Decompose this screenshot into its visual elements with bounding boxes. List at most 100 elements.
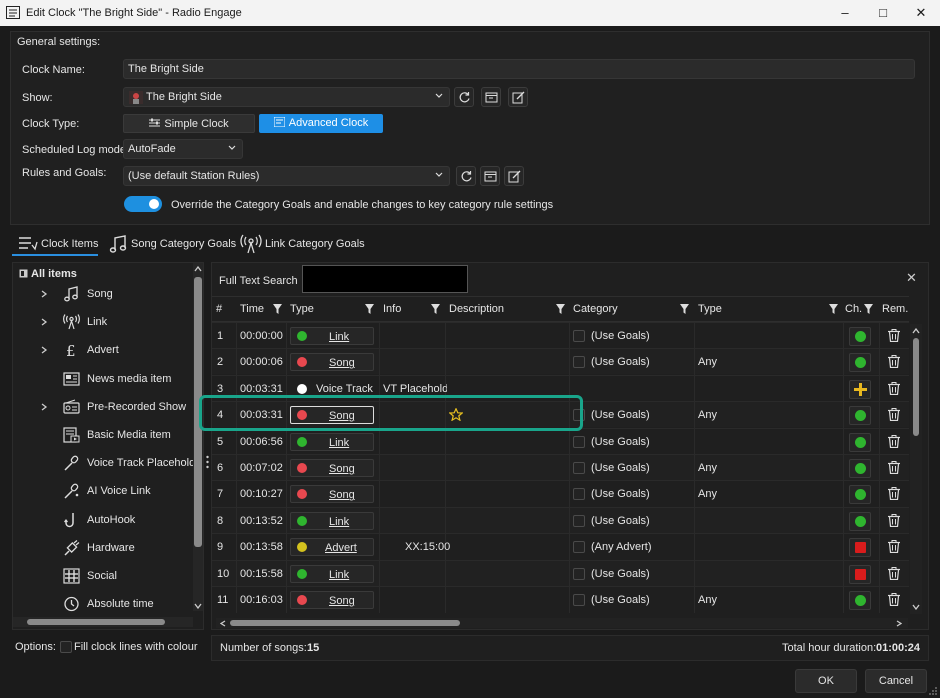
grid-vertical-scrollbar[interactable] (910, 324, 922, 614)
filter-icon[interactable] (556, 304, 565, 314)
tab-song-category-goals[interactable]: Song Category Goals (108, 232, 236, 256)
col-type2-header[interactable]: Type (698, 296, 722, 322)
filter-icon[interactable] (680, 304, 689, 314)
clear-search-close-icon[interactable]: ✕ (906, 271, 918, 284)
cancel-button[interactable]: Cancel (865, 669, 927, 693)
category-checkbox[interactable] (573, 462, 585, 474)
row-type-button[interactable]: Song (290, 485, 374, 504)
channel-button[interactable] (849, 379, 871, 399)
row-type-button[interactable]: Song (290, 591, 374, 609)
trash-icon[interactable] (888, 513, 900, 527)
table-row[interactable]: 6 00:07:02 Song (Use Goals) Any (212, 454, 909, 481)
table-row[interactable]: 9 00:13:58 Advert XX:15:00 (Any Advert) (212, 533, 909, 561)
trash-icon[interactable] (888, 355, 900, 369)
minimize-button[interactable]: – (826, 0, 864, 26)
category-checkbox[interactable] (573, 567, 585, 580)
close-button[interactable]: ✕ (902, 0, 940, 26)
tab-clock-items[interactable]: Clock Items (18, 232, 98, 256)
row-type-button[interactable]: Link (290, 327, 374, 345)
clock-name-field[interactable]: The Bright Side (123, 59, 915, 79)
row-type-button[interactable]: Link (290, 564, 374, 583)
maximize-button[interactable]: □ (864, 0, 902, 26)
col-info-header[interactable]: Info (383, 296, 401, 322)
trash-icon[interactable] (888, 329, 900, 342)
table-row[interactable]: 1 00:00:00 Link (Use Goals) (212, 322, 909, 349)
full-text-search-input[interactable] (302, 265, 468, 293)
advanced-clock-button[interactable]: Advanced Clock (259, 114, 383, 133)
edit-rules-button[interactable] (504, 166, 524, 186)
trash-icon[interactable] (888, 461, 900, 474)
col-time-header[interactable]: Time (240, 296, 264, 322)
show-select[interactable]: The Bright Side (123, 87, 450, 107)
refresh-show-button[interactable] (454, 87, 474, 107)
channel-button[interactable] (849, 564, 871, 584)
col-category-header[interactable]: Category (573, 296, 618, 322)
resize-grip-icon[interactable] (928, 686, 937, 695)
col-rem-header[interactable]: Rem. (882, 296, 908, 322)
category-checkbox[interactable] (573, 435, 585, 448)
rules-select[interactable]: (Use default Station Rules) (123, 166, 450, 186)
trash-icon[interactable] (888, 434, 900, 448)
row-type-button[interactable]: Song (290, 459, 374, 477)
tab-link-category-goals[interactable]: Link Category Goals (240, 232, 365, 256)
grid-horizontal-scrollbar[interactable] (216, 618, 908, 628)
tree-vertical-scrollbar[interactable] (193, 263, 203, 611)
table-row[interactable]: 7 00:10:27 Song (Use Goals) Any (212, 480, 909, 508)
fill-colour-checkbox[interactable] (60, 641, 72, 653)
category-checkbox[interactable] (573, 356, 585, 369)
channel-button[interactable] (849, 485, 871, 505)
category-checkbox[interactable] (573, 488, 585, 501)
chevron-right-icon[interactable] (41, 403, 48, 411)
tree-hscroll-thumb[interactable] (27, 619, 165, 625)
chevron-right-icon[interactable] (41, 318, 48, 326)
channel-button[interactable] (849, 538, 871, 558)
table-row[interactable]: 5 00:06:56 Link (Use Goals) (212, 427, 909, 455)
chevron-right-icon[interactable] (41, 290, 48, 298)
filter-icon[interactable] (829, 304, 838, 314)
channel-button[interactable] (849, 353, 871, 373)
category-checkbox[interactable] (573, 330, 585, 342)
category-checkbox[interactable] (573, 514, 585, 527)
trash-icon[interactable] (888, 593, 900, 606)
col-ch-header[interactable]: Ch. (845, 296, 862, 322)
splitter-handle[interactable] (206, 455, 209, 469)
col-description-header[interactable]: Description (449, 296, 504, 322)
tree-horizontal-scrollbar[interactable] (13, 617, 193, 627)
channel-button[interactable] (849, 459, 871, 478)
simple-clock-button[interactable]: Simple Clock (123, 114, 255, 133)
open-rules-button[interactable] (480, 166, 500, 186)
table-row[interactable]: 8 00:13:52 Link (Use Goals) (212, 506, 909, 534)
table-row[interactable]: 10 00:15:58 Link (Use Goals) (212, 559, 909, 587)
category-checkbox[interactable] (573, 541, 585, 554)
channel-button[interactable] (849, 406, 871, 426)
override-goals-toggle[interactable] (124, 196, 162, 212)
channel-button[interactable] (849, 591, 871, 610)
trash-icon[interactable] (888, 540, 900, 554)
filter-icon[interactable] (431, 304, 440, 314)
table-row[interactable]: 11 00:16:03 Song (Use Goals) Any (212, 586, 909, 613)
col-type-header[interactable]: Type (290, 296, 314, 322)
row-type-button[interactable]: Link (290, 432, 374, 451)
channel-button[interactable] (849, 432, 871, 452)
trash-icon[interactable] (888, 381, 900, 395)
trash-icon[interactable] (888, 408, 900, 422)
grid-scroll-thumb[interactable] (913, 338, 919, 436)
grid-hscroll-thumb[interactable] (230, 620, 460, 626)
table-row[interactable]: 2 00:00:06 Song (Use Goals) Any (212, 348, 909, 376)
trash-icon[interactable] (888, 566, 900, 580)
edit-show-button[interactable] (508, 87, 528, 107)
refresh-rules-button[interactable] (456, 166, 476, 186)
open-show-button[interactable] (481, 87, 501, 107)
row-type-button[interactable]: Song (290, 353, 374, 372)
log-mode-select[interactable]: AutoFade (123, 139, 243, 159)
ok-button[interactable]: OK (795, 669, 857, 693)
row-type-button[interactable]: Link (290, 511, 374, 530)
row-type-button[interactable]: Advert (290, 538, 374, 557)
channel-button[interactable] (849, 327, 871, 346)
channel-button[interactable] (849, 511, 871, 531)
filter-icon[interactable] (273, 304, 282, 314)
category-checkbox[interactable] (573, 594, 585, 606)
filter-icon[interactable] (864, 304, 873, 314)
filter-icon[interactable] (365, 304, 374, 314)
chevron-right-icon[interactable] (41, 346, 48, 354)
